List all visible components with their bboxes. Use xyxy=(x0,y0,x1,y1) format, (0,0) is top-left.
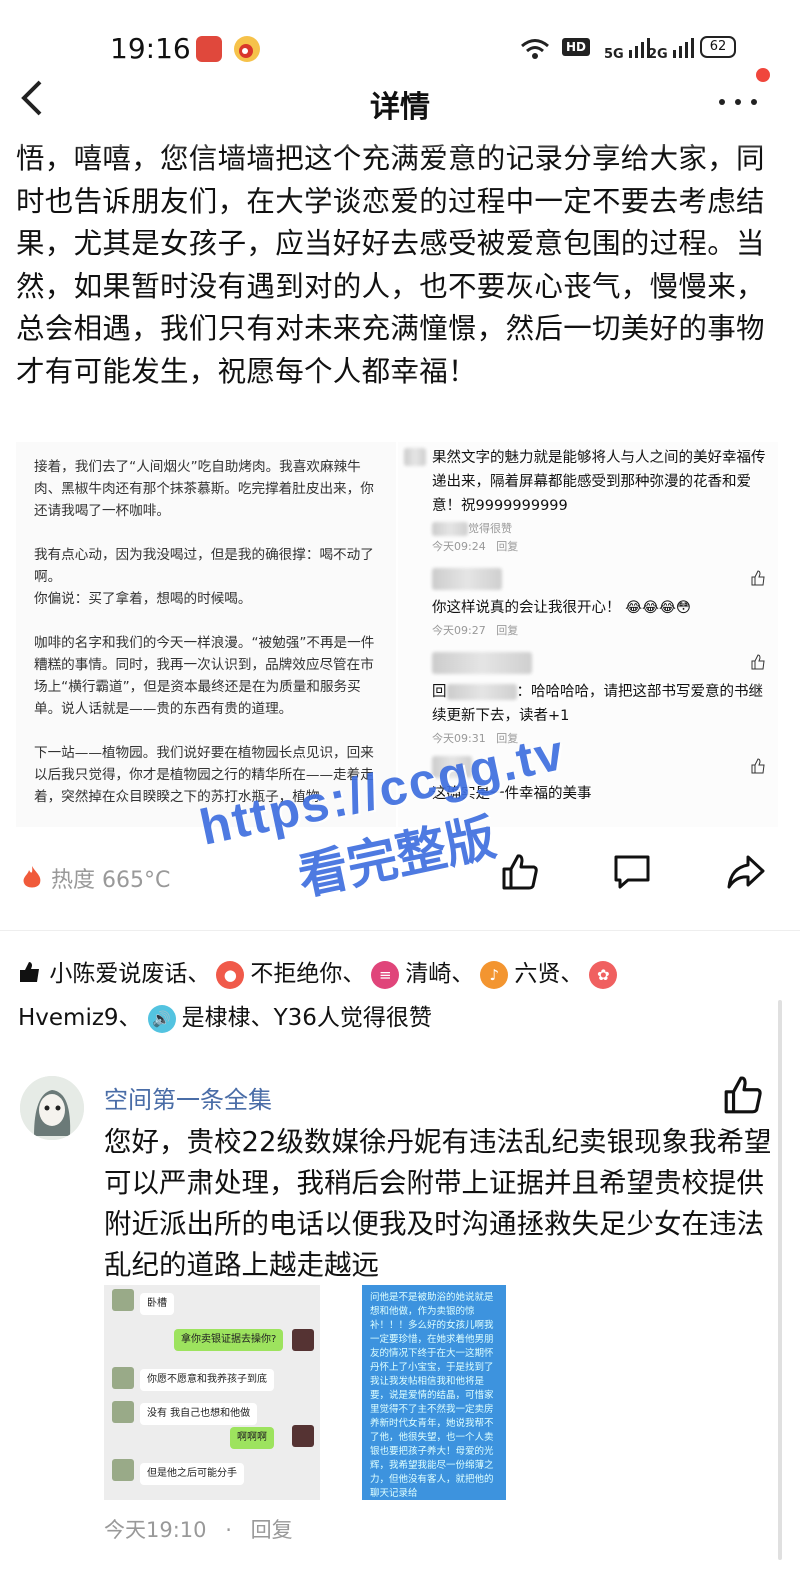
comment-text: 您好，贵校22级数媒徐丹妮有违法乱纪卖银现象我希望可以严肃处理，我稍后会附带上证… xyxy=(104,1126,772,1281)
chat-bubble: 啊啊啊 xyxy=(230,1427,274,1449)
image-comment-sub: 觉得很赞 xyxy=(468,522,512,535)
liker-name[interactable]: Hvemiz9、 xyxy=(18,1005,142,1031)
map-pin-avatar: ● xyxy=(216,960,245,989)
avatar[interactable] xyxy=(20,1076,84,1140)
hd-icon: HD xyxy=(562,38,591,56)
divider xyxy=(0,930,800,931)
wifi-icon xyxy=(520,38,550,64)
status-time: 19:16 xyxy=(110,32,191,65)
comment-meta: 今天19:10 · 回复 xyxy=(104,1518,293,1542)
music-note-avatar: ♪ xyxy=(480,960,509,989)
chat-bubble: 你愿不愿意和我养孩子到底 xyxy=(140,1369,274,1391)
signal-2g: 2G xyxy=(648,38,695,62)
image-comment: 你这样说真的会让我很开心！ 😂😂😂😳 今天09:27 回复 xyxy=(404,568,772,638)
chat-avatar xyxy=(112,1289,134,1311)
essay-paragraph: 我有点心动，因为我没喝过，但是我的确很撑：喝不动了啊。 xyxy=(34,547,374,585)
chat-avatar xyxy=(112,1367,134,1389)
thumbs-up-icon xyxy=(20,962,39,982)
thumbs-up-icon xyxy=(751,570,765,586)
liker-name[interactable]: 清崎、 xyxy=(405,961,474,987)
image-comment-text: 你这样说真的会让我很开心！ 😂😂😂😳 xyxy=(432,600,692,616)
heat-indicator: 热度 665°C xyxy=(20,862,170,894)
thumbs-up-icon xyxy=(751,654,765,670)
image-comment-time: 今天09:24 xyxy=(432,540,486,553)
essay-paragraph: 咖啡的名字和我们的今天一样浪漫。“被勉强”不再是一件糟糕的事情。同时，我再一次认… xyxy=(34,635,375,717)
flame-icon xyxy=(23,866,41,888)
blurred-name xyxy=(432,652,532,674)
comment-button[interactable] xyxy=(612,852,652,892)
battery-indicator: 62 xyxy=(700,36,736,58)
flower-avatar: ✿ xyxy=(589,960,618,989)
image-comment: 果然文字的魅力就是能够将人与人之间的美好幸福传递出来，隔着屏幕都能感受到那种弥漫… xyxy=(404,446,772,554)
chat-avatar xyxy=(112,1401,134,1423)
image-comment: 回：哈哈哈哈，请把这部书写爱意的书继续更新下去，读者+1 今天09:31 回复 xyxy=(404,652,772,746)
blurred-name xyxy=(446,684,517,700)
comment-image-chat[interactable]: 卧槽 拿你卖银证据去操你? 你愿不愿意和我养孩子到底 没有 我自己也想和他做 啊… xyxy=(104,1285,320,1500)
essay-paragraph: 你偏说：买了拿着，想喝的时候喝。 xyxy=(34,591,252,607)
liker-name[interactable]: 六贤、 xyxy=(514,961,583,987)
blurred-name xyxy=(432,522,468,536)
image-comment-time: 今天09:27 xyxy=(432,624,486,637)
chat-bubble: 但是他之后可能分手 xyxy=(140,1463,244,1485)
liker-summary[interactable]: 是棣棣、Y36人觉得很赞 xyxy=(182,1005,432,1031)
chat-bubble: 卧槽 xyxy=(140,1293,174,1315)
chat-avatar xyxy=(292,1329,314,1351)
blurred-name xyxy=(432,568,502,590)
image-comment-reply: 回复 xyxy=(496,540,519,553)
liker-name[interactable]: 不拒绝你、 xyxy=(250,961,365,987)
chat-avatar xyxy=(112,1459,134,1481)
chat-bubble: 拿你卖银证据去操你? xyxy=(174,1329,284,1351)
signal-5g: 5G xyxy=(604,38,651,62)
likes-list: 小陈爱说废话、 ● 不拒绝你、 ≡ 清崎、 ♪ 六贤、 ✿ Hvemiz9、 🔊 是棣棣、Y36人… xyxy=(18,952,788,1040)
comment-author[interactable]: 空间第一条全集 xyxy=(104,1080,272,1115)
page-title: 详情 xyxy=(370,90,430,125)
weibo-icon xyxy=(234,36,260,62)
post-text-fade xyxy=(0,130,800,150)
thumbs-up-icon xyxy=(751,758,765,774)
bank-app-icon xyxy=(196,36,222,62)
chat-bubble: 没有 我自己也想和他做 xyxy=(140,1403,258,1425)
share-button[interactable] xyxy=(726,852,766,892)
image-comment-text: 果然文字的魅力就是能够将人与人之间的美好幸福传递出来，隔着屏幕都能感受到那种弥漫… xyxy=(432,450,766,514)
emoji-row: 😂😂😂😳 xyxy=(625,600,692,616)
essay-paragraph: 接着，我们去了“人间烟火”吃自助烤肉。我喜欢麻辣牛肉、黑椒牛肉还有那个抹茶慕斯。… xyxy=(34,459,374,519)
comment-like-button[interactable] xyxy=(722,1074,764,1116)
chat-avatar xyxy=(292,1425,314,1447)
blurred-avatar xyxy=(404,448,426,466)
status-bar: 19:16 HD 5G 2G 62 xyxy=(0,0,800,70)
stripe-avatar: ≡ xyxy=(371,960,400,989)
image-comment-text: 回：哈哈哈哈，请把这部书写爱意的书继续更新下去，读者+1 xyxy=(432,684,763,724)
comment-time: 今天19:10 xyxy=(104,1518,207,1542)
heat-value: 热度 665°C xyxy=(51,868,171,893)
scrollbar[interactable] xyxy=(778,1000,782,1560)
notification-dot xyxy=(756,68,770,82)
post-body-text: 悟，嘻嘻，您信墙墙把这个充满爱意的记录分享给大家，同时也告诉朋友们，在大学谈恋爱… xyxy=(16,142,765,388)
speaker-avatar: 🔊 xyxy=(147,1004,176,1033)
more-options-button[interactable] xyxy=(716,80,760,118)
liker-name[interactable]: 小陈爱说废话、 xyxy=(49,961,210,987)
comment-image-note[interactable]: 问他是不是被助浴的她说就是想和他做，作为卖银的惊补！！！多么好的女孩儿啊我一定要… xyxy=(362,1285,506,1500)
comment-reply-button[interactable]: 回复 xyxy=(251,1518,293,1542)
image-comment-reply: 回复 xyxy=(496,624,519,637)
